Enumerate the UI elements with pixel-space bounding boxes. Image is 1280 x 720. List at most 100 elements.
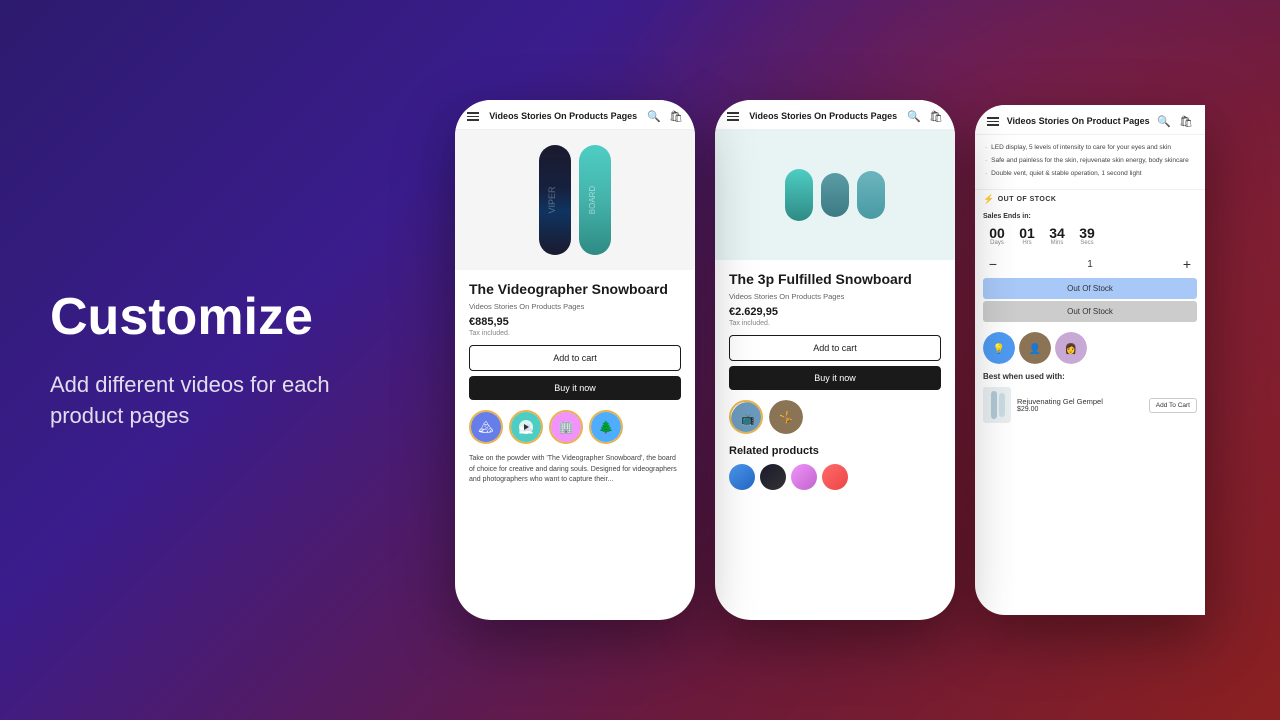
story-c3-1[interactable]: 💡 (983, 332, 1015, 364)
search-icon[interactable]: 🔍 (647, 110, 661, 123)
story-circle-4[interactable]: 🌲 (589, 410, 623, 444)
qty-minus-btn[interactable]: − (983, 256, 1003, 272)
product-thumb (983, 387, 1011, 423)
snowboard-teal: BOARD (579, 145, 611, 255)
phone-1-add-cart-btn[interactable]: Add to cart (469, 345, 681, 371)
sales-ends-label: Sales Ends in: (975, 209, 1205, 224)
rounded-product (785, 169, 885, 221)
days-value: 00 (983, 226, 1011, 240)
play-overlay (519, 420, 533, 434)
round-product-2 (821, 173, 849, 217)
bullet-dot-1: · (985, 143, 987, 153)
days-label: Days (983, 240, 1011, 246)
bullet-dot-2: · (985, 156, 987, 166)
svg-text:📺: 📺 (741, 413, 755, 426)
related-product-colors (729, 464, 941, 490)
phone-2-add-cart-btn[interactable]: Add to cart (729, 335, 941, 361)
bullet-text-3: Double vent, quiet & stable operation, 1… (991, 169, 1141, 179)
phone-2-bar: Videos Stories On Products Pages 🔍 🛍 (715, 100, 955, 130)
recommended-product: Rejuvenating Gel Gempel $29.00 Add To Ca… (975, 383, 1205, 427)
search-icon-2[interactable]: 🔍 (907, 110, 921, 123)
phone-2-product-image (715, 130, 955, 260)
phone-1-description: Take on the powder with 'The Videographe… (469, 454, 681, 486)
out-of-stock-btn-grey[interactable]: Out Of Stock (983, 301, 1197, 322)
svg-text:🏢: 🏢 (559, 420, 574, 434)
phone-2-product-content: The 3p Fulfilled Snowboard Videos Storie… (715, 260, 955, 500)
lightning-icon: ⚡ (983, 194, 995, 205)
phone-1-product-title: The Videographer Snowboard (469, 280, 681, 298)
story-circle-3[interactable]: 🏢 (549, 410, 583, 444)
phone-2-product-subtitle: Videos Stories On Products Pages (729, 292, 941, 301)
story-circle-2-2[interactable]: 🤸 (769, 400, 803, 434)
phone-1-product-content: The Videographer Snowboard Videos Storie… (455, 270, 695, 496)
phone-1: Videos Stories On Products Pages 🔍 🛍 VIP… (455, 100, 695, 620)
recommend-add-cart-btn[interactable]: Add To Cart (1149, 398, 1197, 413)
countdown-mins: 34 Mins (1043, 226, 1071, 246)
phone-3: Videos Stories On Product Pages 🔍 🛍 · LE… (975, 105, 1205, 615)
svg-text:🤸: 🤸 (779, 411, 793, 424)
color-swatch-1[interactable] (729, 464, 755, 490)
mins-label: Mins (1043, 240, 1071, 246)
svg-text:🏔: 🏔 (478, 420, 493, 434)
qty-value: 1 (1087, 259, 1093, 270)
color-swatch-3[interactable] (791, 464, 817, 490)
countdown-secs: 39 Secs (1073, 226, 1101, 246)
svg-text:VIPER: VIPER (547, 186, 557, 214)
svg-text:👤: 👤 (1029, 342, 1041, 355)
bullet-dot-3: · (985, 169, 987, 179)
bullet-text-1: LED display, 5 levels of intensity to ca… (991, 143, 1171, 153)
cart-icon-2[interactable]: 🛍 (929, 110, 943, 123)
story-c3-2[interactable]: 👤 (1019, 332, 1051, 364)
out-of-stock-badge: ⚡ OUT OF STOCK (975, 190, 1205, 209)
countdown-hrs: 01 Hrs (1013, 226, 1041, 246)
headline: Customize (50, 289, 330, 346)
svg-text:🌲: 🌲 (599, 420, 614, 434)
story-c3-3[interactable]: 👩 (1055, 332, 1087, 364)
phone-1-story-circles: 🏔 🎿 (469, 410, 681, 444)
phone-2-tax-note: Tax included. (729, 320, 941, 327)
phone-3-story-circles: 💡 👤 👩 (975, 328, 1205, 370)
hamburger-icon-3[interactable] (987, 117, 999, 126)
out-of-stock-btn-blue[interactable]: Out Of Stock (983, 278, 1197, 299)
countdown-days: 00 Days (983, 226, 1011, 246)
phone-2-product-title: The 3p Fulfilled Snowboard (729, 270, 941, 288)
bullet-text-2: Safe and painless for the skin, rejuvena… (991, 156, 1189, 166)
phone-1-bar-icons: 🔍 🛍 (647, 110, 683, 123)
phone-2-bar-title: Videos Stories On Products Pages (739, 111, 907, 123)
color-swatch-2[interactable] (760, 464, 786, 490)
phone-3-bar-icons: 🔍 🛍 (1157, 115, 1193, 128)
phones-section: Videos Stories On Products Pages 🔍 🛍 VIP… (380, 80, 1280, 640)
hamburger-icon-2[interactable] (727, 112, 739, 121)
phone-3-bar-title: Videos Stories On Product Pages (999, 116, 1157, 128)
best-when-label: Best when used with: (975, 370, 1205, 383)
search-icon-3[interactable]: 🔍 (1157, 115, 1171, 128)
svg-text:💡: 💡 (993, 342, 1005, 355)
phone-1-tax-note: Tax included. (469, 330, 681, 337)
phone-2-story-circles: 📺 🤸 (729, 400, 941, 434)
secs-label: Secs (1073, 240, 1101, 246)
phone-1-buy-now-btn[interactable]: Buy it now (469, 376, 681, 400)
story-circle-2-1[interactable]: 📺 (729, 400, 763, 434)
phone-3-bullets: · LED display, 5 levels of intensity to … (975, 135, 1205, 190)
recommend-price: $29.00 (1017, 406, 1143, 413)
phone-1-product-subtitle: Videos Stories On Products Pages (469, 302, 681, 311)
cart-icon[interactable]: 🛍 (669, 110, 683, 123)
svg-text:BOARD: BOARD (588, 186, 597, 215)
phone-2-buy-now-btn[interactable]: Buy it now (729, 366, 941, 390)
hamburger-icon[interactable] (467, 112, 479, 121)
hrs-value: 01 (1013, 226, 1041, 240)
qty-row: − 1 + (975, 252, 1205, 276)
left-section: Customize Add different videos for each … (0, 229, 380, 492)
snowboard-dark: VIPER (539, 145, 571, 255)
story-circle-1[interactable]: 🏔 (469, 410, 503, 444)
phone-3-bar: Videos Stories On Product Pages 🔍 🛍 (975, 105, 1205, 135)
qty-plus-btn[interactable]: + (1177, 256, 1197, 272)
cart-icon-3[interactable]: 🛍 (1179, 115, 1193, 128)
phone-2-related-products: Related products (729, 444, 941, 458)
phone-2-bar-icons: 🔍 🛍 (907, 110, 943, 123)
story-circle-2[interactable]: 🎿 (509, 410, 543, 444)
bullet-1: · LED display, 5 levels of intensity to … (985, 143, 1195, 153)
color-swatch-4[interactable] (822, 464, 848, 490)
subtext: Add different videos for each product pa… (50, 370, 330, 432)
mins-value: 34 (1043, 226, 1071, 240)
